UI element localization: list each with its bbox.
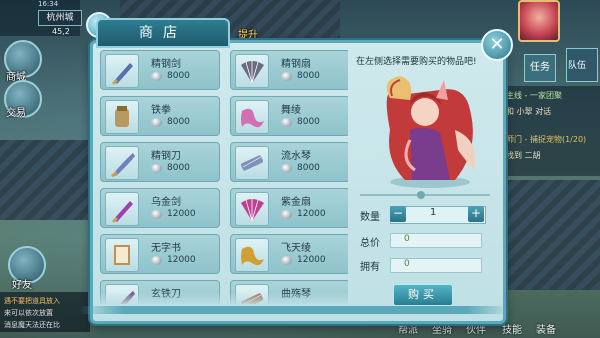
shop-item[interactable]: 紫金扇 12000	[230, 188, 348, 228]
quantity-minus-button[interactable]: −	[390, 206, 406, 222]
silver-coin-icon	[151, 210, 162, 219]
item-name: 无字书	[151, 243, 181, 254]
quest-line[interactable]: 师门 - 捕捉宠物(1/20)	[506, 134, 586, 145]
shop-item[interactable]: 流水琴 8000	[230, 142, 348, 182]
item-name: 乌金剑	[151, 197, 181, 208]
quantity-label: 数量	[360, 212, 380, 223]
shop-item[interactable]: 无字书 12000	[100, 234, 220, 274]
silver-coin-icon	[281, 72, 292, 81]
sword-icon	[105, 192, 139, 226]
shop-item[interactable]: 铁拳 8000	[100, 96, 220, 136]
quantity-plus-button[interactable]: +	[468, 206, 484, 222]
quantity-value: 1	[430, 207, 437, 218]
ribbon-icon	[235, 100, 269, 134]
total-value: 0	[404, 234, 410, 244]
chat-line: 遇不要把道具放入	[4, 297, 60, 305]
dialog-footer-ornament	[80, 306, 510, 314]
fan-icon	[235, 192, 269, 226]
trade-label: 交易	[6, 108, 26, 119]
shop-item[interactable]: 精钢扇 8000	[230, 50, 348, 90]
location-name: 杭州城	[38, 10, 82, 26]
silver-coin-icon	[151, 256, 162, 265]
item-name: 精钢扇	[281, 59, 311, 70]
book-icon	[105, 238, 139, 272]
quest-line[interactable]: 找到 二胡	[506, 150, 541, 161]
team-label: 队伍	[568, 61, 587, 71]
item-name: 精钢剑	[151, 59, 181, 70]
silver-coin-icon	[151, 164, 162, 173]
item-name: 铁拳	[151, 105, 171, 116]
chat-line: 来可以依次放置	[4, 309, 53, 317]
clock: 16:34	[38, 0, 59, 8]
zither-icon	[235, 146, 269, 180]
coordinates: 45,2	[52, 27, 70, 36]
shop-title: 商店	[96, 18, 230, 48]
task-button[interactable]: 任务	[524, 54, 556, 82]
item-name: 紫金扇	[281, 197, 311, 208]
silver-coin-icon	[281, 256, 292, 265]
item-price: 8000	[167, 71, 190, 81]
shop-item[interactable]: 精钢刀 8000	[100, 142, 220, 182]
total-label: 总价	[360, 238, 380, 249]
item-price: 8000	[297, 71, 320, 81]
item-price: 8000	[167, 117, 190, 127]
item-price: 12000	[297, 209, 326, 219]
owned-label: 拥有	[360, 262, 380, 273]
shop-item[interactable]: 精钢剑 8000	[100, 50, 220, 90]
silver-coin-icon	[281, 210, 292, 219]
item-price: 8000	[297, 117, 320, 127]
item-name: 舞绫	[281, 105, 301, 116]
ribbon-icon	[235, 238, 269, 272]
blade-icon	[105, 146, 139, 180]
friends-label: 好友	[12, 280, 32, 291]
close-button[interactable]: ✕	[481, 29, 513, 61]
buy-button[interactable]: 购买	[393, 284, 453, 306]
item-price: 12000	[167, 209, 196, 219]
chat-line: 消息魔天法还在比	[4, 321, 60, 329]
scene-roof	[505, 180, 600, 290]
item-price: 12000	[297, 255, 326, 265]
fan-icon	[235, 54, 269, 88]
item-price: 8000	[297, 163, 320, 173]
npc-portrait	[386, 76, 476, 188]
owned-value: 0	[404, 259, 410, 269]
scene-roof	[0, 140, 95, 220]
shop-item[interactable]: 飞天绫 12000	[230, 234, 348, 274]
silver-coin-icon	[281, 118, 292, 127]
upgrade-label[interactable]: 提升	[238, 26, 258, 41]
item-name: 飞天绫	[281, 243, 311, 254]
menu-skills[interactable]: 技能	[502, 321, 522, 336]
panel-divider	[360, 194, 490, 196]
gauntlet-icon	[105, 100, 139, 134]
selection-hint: 在左侧选择需要购买的物品吧!	[356, 57, 477, 67]
divider-ornament	[417, 191, 425, 199]
shop-item[interactable]: 乌金剑 12000	[100, 188, 220, 228]
silver-coin-icon	[151, 72, 162, 81]
silver-coin-icon	[281, 164, 292, 173]
list-fade	[100, 292, 348, 306]
item-price: 12000	[167, 255, 196, 265]
shop-item-list[interactable]: 精钢剑 8000 精钢扇 8000 铁拳 8000 舞绫 8000 精钢刀 8000 流水琴 8000…	[100, 50, 348, 304]
item-name: 精钢刀	[151, 151, 181, 162]
silver-coin-icon	[151, 118, 162, 127]
item-name: 流水琴	[281, 151, 311, 162]
sword-icon	[105, 54, 139, 88]
quest-line[interactable]: 和 小翠 对话	[506, 106, 551, 117]
menu-equipment[interactable]: 装备	[536, 321, 556, 336]
quest-line[interactable]: 主线 - 一家团聚	[506, 90, 562, 101]
item-price: 8000	[167, 163, 190, 173]
shop-item[interactable]: 舞绫 8000	[230, 96, 348, 136]
player-avatar[interactable]	[518, 0, 560, 42]
